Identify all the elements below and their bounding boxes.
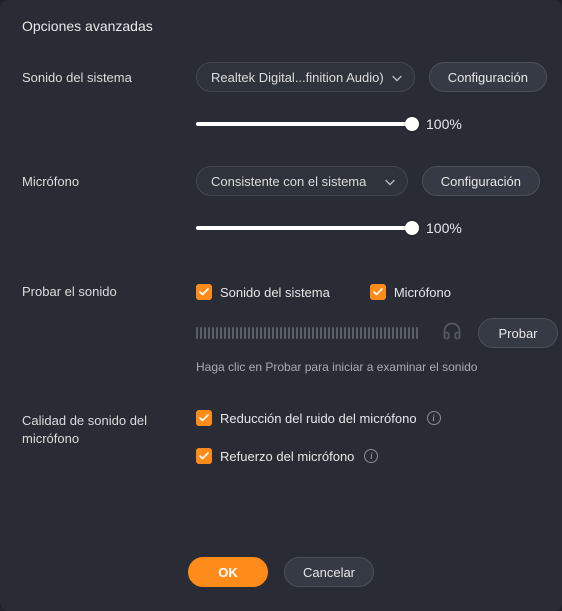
slider-thumb[interactable] [405, 117, 419, 131]
chevron-down-icon [392, 70, 402, 85]
test-sound-hint: Haga clic en Probar para iniciar a exami… [196, 360, 558, 374]
system-sound-config-button[interactable]: Configuración [429, 62, 547, 92]
dialog-title: Opciones avanzadas [22, 18, 540, 34]
noise-reduction-checkbox[interactable]: Reducción del ruido del micrófono [196, 410, 417, 426]
microphone-device-value: Consistente con el sistema [211, 174, 366, 189]
dialog-footer: OK Cancelar [22, 547, 540, 593]
checkbox-checked-icon [196, 410, 212, 426]
info-icon[interactable]: i [364, 449, 378, 463]
system-sound-label: Sonido del sistema [22, 70, 182, 85]
microphone-row: Micrófono Consistente con el sistema Con… [22, 166, 540, 196]
microphone-config-button[interactable]: Configuración [422, 166, 540, 196]
microphone-device-select[interactable]: Consistente con el sistema [196, 166, 408, 196]
chevron-down-icon [385, 174, 395, 189]
audio-level-meter [196, 326, 428, 340]
system-sound-volume-slider[interactable] [196, 117, 412, 131]
checkbox-checked-icon [196, 448, 212, 464]
system-sound-volume-value: 100% [426, 116, 462, 132]
microphone-label: Micrófono [22, 174, 182, 189]
advanced-options-dialog: Opciones avanzadas Sonido del sistema Re… [0, 0, 562, 611]
microphone-volume-slider[interactable] [196, 221, 412, 235]
test-sound-label: Probar el sonido [22, 284, 182, 299]
mic-quality-row: Calidad de sonido del micrófono Reducció… [22, 410, 540, 464]
test-system-sound-checkbox[interactable]: Sonido del sistema [196, 284, 330, 300]
info-icon[interactable]: i [427, 411, 441, 425]
slider-thumb[interactable] [405, 221, 419, 235]
system-sound-device-select[interactable]: Realtek Digital...finition Audio) [196, 62, 415, 92]
headphones-icon [442, 321, 462, 346]
test-sound-button[interactable]: Probar [478, 318, 558, 348]
system-sound-row: Sonido del sistema Realtek Digital...fin… [22, 62, 540, 92]
system-sound-device-value: Realtek Digital...finition Audio) [211, 70, 384, 85]
mic-boost-checkbox[interactable]: Refuerzo del micrófono [196, 448, 354, 464]
test-sound-row: Probar el sonido Sonido del sistema Micr… [22, 284, 540, 374]
ok-button[interactable]: OK [188, 557, 268, 587]
mic-quality-label: Calidad de sonido del micrófono [22, 410, 182, 448]
cancel-button[interactable]: Cancelar [284, 557, 374, 587]
checkbox-checked-icon [370, 284, 386, 300]
system-sound-slider-row: 100% [22, 92, 540, 132]
microphone-slider-row: 100% [22, 196, 540, 236]
microphone-volume-value: 100% [426, 220, 462, 236]
checkbox-checked-icon [196, 284, 212, 300]
test-microphone-checkbox[interactable]: Micrófono [370, 284, 451, 300]
